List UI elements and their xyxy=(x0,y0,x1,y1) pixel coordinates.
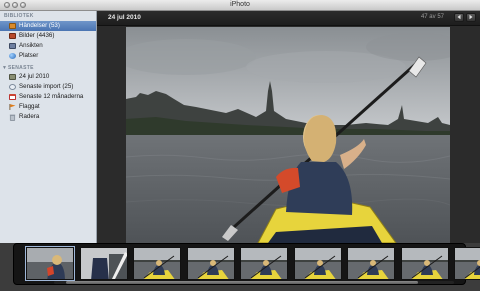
sidebar-item-last-12-months[interactable]: Senaste 12 månaderna xyxy=(0,92,96,102)
window-title: iPhoto xyxy=(230,1,250,8)
sidebar-item-label: Flaggat xyxy=(19,103,40,110)
events-icon xyxy=(9,23,16,29)
library-section-header: BIBLIOTEK xyxy=(4,13,34,19)
thumbnail-image xyxy=(455,248,480,279)
filmstrip-area xyxy=(0,243,480,291)
event-header-bar: 24 jul 2010 47 av 57 xyxy=(97,11,480,26)
thumbnail-image xyxy=(401,248,448,279)
sidebar: BIBLIOTEK Händelser (53) Bilder (4436) A… xyxy=(0,11,97,243)
sidebar-item-label: Senaste 12 månaderna xyxy=(19,93,84,100)
window-titlebar: iPhoto xyxy=(0,0,480,11)
thumbnail-image xyxy=(27,248,73,279)
calendar-icon xyxy=(9,94,16,100)
sidebar-item-label: Ansikten xyxy=(19,42,43,49)
filmstrip-scroll-thumb[interactable] xyxy=(66,281,418,284)
sidebar-item-last-import[interactable]: Senaste import (25) xyxy=(0,82,96,92)
disclosure-triangle-icon[interactable]: ▼ xyxy=(2,65,7,71)
trash-icon xyxy=(9,114,16,121)
event-icon xyxy=(9,74,16,80)
photo-counter: 47 av 57 xyxy=(420,14,444,20)
arrow-left-icon xyxy=(457,14,461,20)
sidebar-item-label: 24 jul 2010 xyxy=(19,73,50,80)
thumbnail-image xyxy=(241,248,287,279)
faces-icon xyxy=(9,43,16,49)
sidebar-item-label: Radera xyxy=(19,113,40,120)
arrow-right-icon xyxy=(469,14,473,20)
recent-section-header: SENASTE xyxy=(8,65,34,71)
main-photo[interactable] xyxy=(126,27,450,243)
sidebar-item-flagged[interactable]: Flaggat xyxy=(0,102,96,112)
filmstrip-thumbnail[interactable] xyxy=(347,247,395,280)
filmstrip-thumbnail[interactable] xyxy=(400,247,449,280)
previous-photo-button[interactable] xyxy=(454,13,464,22)
filmstrip-scrollbar[interactable] xyxy=(54,281,454,284)
filmstrip-thumbnail[interactable] xyxy=(79,247,128,280)
filmstrip-thumbnail[interactable] xyxy=(133,247,181,280)
event-title: 24 jul 2010 xyxy=(108,14,141,21)
photo-viewer xyxy=(97,26,480,243)
sidebar-item-label: Senaste import (25) xyxy=(19,83,74,90)
sidebar-item-places[interactable]: Platser xyxy=(0,51,96,61)
filmstrip-thumbnail[interactable] xyxy=(293,247,342,280)
sidebar-item-faces[interactable]: Ansikten xyxy=(0,41,96,51)
sidebar-item-trash[interactable]: Radera xyxy=(0,112,96,122)
thumbnail-image xyxy=(294,248,341,279)
filmstrip-thumbnail[interactable] xyxy=(454,247,480,280)
sidebar-item-label: Platser xyxy=(19,52,39,59)
filmstrip-thumbnail[interactable] xyxy=(25,246,75,281)
thumbnail-image xyxy=(134,248,180,279)
sidebar-item-photos[interactable]: Bilder (4436) xyxy=(0,31,96,41)
filmstrip-thumbnail[interactable] xyxy=(186,247,235,280)
filmstrip-thumbnail[interactable] xyxy=(240,247,288,280)
next-photo-button[interactable] xyxy=(466,13,476,22)
filmstrip xyxy=(13,243,480,285)
sidebar-item-event-24-jul[interactable]: 24 jul 2010 xyxy=(0,72,96,82)
sidebar-item-label: Händelser (53) xyxy=(19,22,60,29)
sidebar-item-label: Bilder (4436) xyxy=(19,32,55,39)
places-icon xyxy=(9,53,16,59)
thumbnail-image xyxy=(80,248,127,279)
sidebar-item-events[interactable]: Händelser (53) xyxy=(0,21,96,31)
photos-icon xyxy=(9,33,16,39)
flag-icon xyxy=(9,104,16,110)
thumbnail-image xyxy=(187,248,234,279)
thumbnail-image xyxy=(348,248,394,279)
import-icon xyxy=(9,84,16,90)
